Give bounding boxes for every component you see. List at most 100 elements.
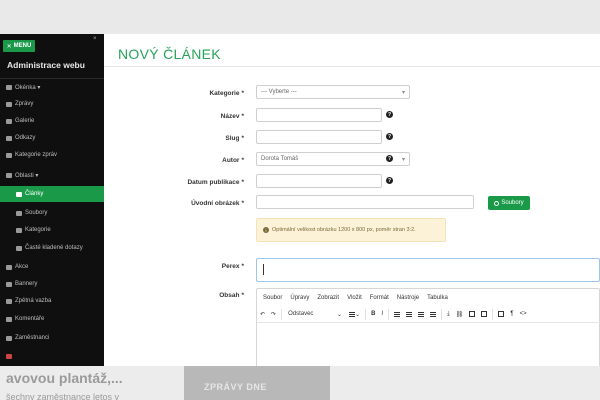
template-box-glyph <box>498 311 505 317</box>
sidebar-item-odkazy[interactable]: Odkazy <box>0 131 104 145</box>
code-icon[interactable]: <> <box>517 306 530 323</box>
required-mark: * <box>241 90 244 97</box>
required-mark: * <box>241 135 244 142</box>
list-icon <box>6 152 12 158</box>
slug-input[interactable] <box>256 130 382 144</box>
sidebar-item-label: Soubory <box>25 210 48 216</box>
align-lines-glyph <box>430 311 437 317</box>
author-label: Autor * <box>104 157 244 164</box>
comment-icon <box>6 298 12 304</box>
menu-toggle-button[interactable]: ✕ MENU <box>3 40 35 52</box>
name-label-text: Název <box>220 113 240 120</box>
help-icon[interactable]: ? <box>386 111 393 118</box>
sidebar-item-komentare[interactable]: Komentáře <box>0 312 104 326</box>
editor-menu-vlozit[interactable]: Vložit <box>347 295 362 301</box>
help-icon[interactable]: ? <box>386 155 393 162</box>
align-lines-glyph <box>394 311 401 317</box>
media-icon[interactable] <box>478 306 490 323</box>
files-button-label: Soubory <box>501 200 524 206</box>
italic-button[interactable]: I <box>378 306 386 323</box>
editor-menu-upravy[interactable]: Úpravy <box>290 295 309 301</box>
sidebar-item-akce[interactable]: Akce <box>0 260 104 274</box>
close-x-icon: ✕ <box>6 43 12 50</box>
sidebar-item-zamestnanci[interactable]: Zaměstnanci <box>0 331 104 345</box>
category-select-value: --- Vyberte --- <box>261 89 297 95</box>
sidebar-item-kategorie-zprav[interactable]: Kategorie zpráv <box>0 148 104 162</box>
help-icon[interactable]: ? <box>386 133 393 140</box>
block-format-value: Odstavec <box>288 311 314 317</box>
name-input[interactable] <box>256 108 382 122</box>
sidebar-item-zpravy[interactable]: Zprávy <box>0 97 104 111</box>
category-label-text: Kategorie <box>209 90 240 97</box>
upload-icon[interactable]: ⤓ <box>444 306 453 323</box>
sidebar-item-okenka[interactable]: Okénka ▾ <box>0 80 104 94</box>
flag-icon <box>6 353 12 359</box>
content-editor[interactable]: Soubor Úpravy Zobrazit Vložit Formát Nás… <box>256 288 600 366</box>
bold-button[interactable]: B <box>368 306 378 323</box>
editor-menu-nastroje[interactable]: Nástroje <box>397 295 419 301</box>
intro-image-label-text: Úvodní obrázek <box>191 200 240 207</box>
list-lines-glyph <box>349 311 356 317</box>
sidebar-item-label: Bannery <box>15 281 38 287</box>
perex-input[interactable] <box>256 258 600 282</box>
folder-icon <box>6 172 12 178</box>
comments-icon <box>6 316 12 322</box>
perex-label-text: Perex <box>221 263 240 270</box>
toolbar-separator <box>441 308 443 320</box>
editor-menu-zobrazit[interactable]: Zobrazit <box>317 295 339 301</box>
sidebar-item-language[interactable] <box>0 349 104 363</box>
files-button[interactable]: Soubory <box>488 196 530 210</box>
align-lines-glyph <box>418 311 425 317</box>
align-center-icon[interactable] <box>403 306 415 323</box>
pubdate-input[interactable] <box>256 174 382 188</box>
background-thumbnail-label: ZPRÁVY DNE <box>204 382 267 392</box>
link-icon[interactable]: ⛓ <box>453 306 467 323</box>
sidebar-item-soubory[interactable]: Soubory <box>0 206 104 220</box>
question-icon <box>16 245 22 251</box>
required-mark: * <box>241 263 244 270</box>
align-justify-icon[interactable] <box>427 306 439 323</box>
sidebar-item-oblasti[interactable]: Oblasti ▾ <box>0 168 104 182</box>
image-icon[interactable] <box>466 306 478 323</box>
required-mark: * <box>241 157 244 164</box>
background-page-top <box>0 0 600 34</box>
author-select-value: Dorota Tomáš <box>261 156 299 162</box>
sidebar-item-zpetna-vazba[interactable]: Zpětná vazba <box>0 294 104 308</box>
pilcrow-icon[interactable]: ¶ <box>507 306 516 323</box>
undo-icon[interactable]: ↶ <box>257 306 268 323</box>
align-left-icon[interactable] <box>391 306 403 323</box>
image-icon <box>6 281 12 287</box>
sidebar-item-clanky[interactable]: Články <box>0 186 104 202</box>
admin-sidebar: ✕ MENU × Administrace webu Okénka ▾ Zprá… <box>0 34 104 366</box>
editor-menu-soubor[interactable]: Soubor <box>263 295 282 301</box>
redo-icon[interactable]: ↷ <box>268 306 279 323</box>
text-caret <box>263 264 264 275</box>
sidebar-item-bannery[interactable]: Bannery <box>0 277 104 291</box>
link-icon <box>6 135 12 141</box>
sidebar-item-label: Zaměstnanci <box>15 335 50 341</box>
align-right-icon[interactable] <box>415 306 427 323</box>
category-select[interactable]: --- Vyberte --- <box>256 85 410 99</box>
media-box-glyph <box>481 311 488 317</box>
image-size-info: i Optimální velikost obrázku 1200 x 800 p… <box>256 218 446 242</box>
sidebar-close-icon[interactable]: × <box>93 36 97 42</box>
editor-menu-tabulka[interactable]: Tabulka <box>427 295 448 301</box>
window-icon <box>6 84 12 90</box>
block-format-select[interactable]: Odstavec ⌄ <box>284 306 346 323</box>
intro-image-input[interactable] <box>256 195 474 209</box>
slug-label-text: Slug <box>225 135 240 142</box>
sidebar-divider <box>0 78 104 79</box>
sidebar-item-galerie[interactable]: Galerie <box>0 114 104 128</box>
toolbar-separator <box>388 308 390 320</box>
author-label-text: Autor <box>222 157 240 164</box>
editor-menu-format[interactable]: Formát <box>370 295 389 301</box>
bullet-list-icon[interactable]: ⌄ <box>346 306 363 323</box>
image-box-glyph <box>469 311 476 317</box>
help-icon[interactable]: ? <box>386 177 393 184</box>
menu-button-label: MENU <box>13 43 32 49</box>
toolbar-separator <box>492 308 494 320</box>
template-icon[interactable] <box>495 306 507 323</box>
sidebar-item-caste-dotazy[interactable]: Časté kladené dotazy <box>0 241 104 255</box>
sidebar-item-kategorie[interactable]: Kategorie <box>0 223 104 237</box>
bars-icon <box>6 101 12 107</box>
